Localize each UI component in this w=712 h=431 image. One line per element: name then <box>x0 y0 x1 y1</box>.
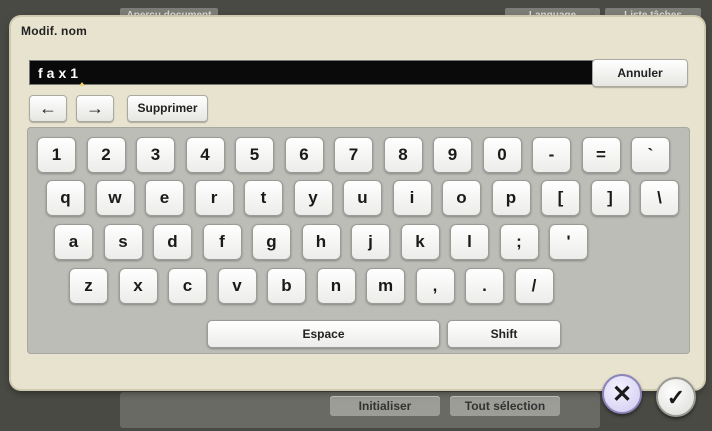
key[interactable]: ; <box>499 224 539 260</box>
space-key[interactable]: Espace <box>207 320 440 348</box>
key[interactable]: [ <box>541 180 580 216</box>
arrow-right-button[interactable]: → <box>76 95 114 122</box>
dialog-title: Modif. nom <box>21 24 87 38</box>
arrow-left-button[interactable]: ← <box>29 95 67 122</box>
key[interactable]: 5 <box>235 137 274 173</box>
key[interactable]: s <box>103 224 143 260</box>
key[interactable]: m <box>366 268 405 304</box>
key[interactable]: . <box>465 268 504 304</box>
key[interactable]: 9 <box>433 137 472 173</box>
key[interactable]: 0 <box>482 137 522 173</box>
key[interactable]: u <box>343 180 382 216</box>
name-input-value: fax1 <box>38 65 83 81</box>
key[interactable]: g <box>252 224 291 260</box>
key[interactable]: 1 <box>37 137 76 173</box>
key[interactable]: j <box>351 224 390 260</box>
ok-round-button[interactable]: ✓ <box>656 377 696 417</box>
check-icon: ✓ <box>666 385 686 410</box>
key[interactable]: c <box>168 268 207 304</box>
key[interactable]: f <box>202 224 242 260</box>
key[interactable]: p <box>491 180 531 216</box>
key[interactable]: - <box>532 137 571 173</box>
close-icon: ✕ <box>611 381 633 408</box>
key[interactable]: o <box>442 180 481 216</box>
arrow-right-icon: → <box>86 98 104 118</box>
key[interactable]: ] <box>590 180 630 216</box>
key[interactable]: n <box>316 268 356 304</box>
delete-button[interactable]: Supprimer <box>127 95 208 122</box>
close-round-button[interactable]: ✕ <box>602 374 642 414</box>
key[interactable]: i <box>392 180 432 216</box>
key[interactable]: v <box>217 268 257 304</box>
key[interactable]: d <box>153 224 192 260</box>
key[interactable]: x <box>118 268 158 304</box>
arrow-left-icon: ← <box>39 98 57 118</box>
key[interactable]: 4 <box>185 137 225 173</box>
key[interactable]: k <box>400 224 440 260</box>
key[interactable]: t <box>244 180 283 216</box>
key[interactable]: q <box>46 180 85 216</box>
key[interactable]: , <box>415 268 455 304</box>
key[interactable]: b <box>267 268 306 304</box>
key[interactable]: e <box>145 180 184 216</box>
text-cursor-icon <box>79 82 86 86</box>
key[interactable]: l <box>450 224 489 260</box>
key[interactable]: ` <box>631 137 670 173</box>
initialiser-button[interactable]: Initialiser <box>330 396 440 416</box>
shift-key[interactable]: Shift <box>447 320 561 348</box>
key[interactable]: 2 <box>86 137 126 173</box>
key[interactable]: h <box>301 224 341 260</box>
key[interactable]: r <box>194 180 234 216</box>
key[interactable]: 8 <box>383 137 423 173</box>
key[interactable]: a <box>54 224 93 260</box>
key[interactable]: ' <box>549 224 588 260</box>
key[interactable]: 7 <box>334 137 373 173</box>
key[interactable]: = <box>581 137 621 173</box>
key[interactable]: 3 <box>136 137 175 173</box>
name-input[interactable]: fax1 <box>29 60 596 86</box>
key[interactable]: \ <box>640 180 679 216</box>
key[interactable]: z <box>69 268 108 304</box>
key[interactable]: y <box>293 180 333 216</box>
rename-dialog: Modif. nom fax1 Annuler ← → Supprimer 12… <box>11 17 704 389</box>
cancel-button[interactable]: Annuler <box>592 59 688 87</box>
keyboard-panel: 1 2 3 4 5 6 7 8 9 0- = ` q w e r t y u i o p [] \ a s d f g h j k l; ' z x c… <box>27 127 690 354</box>
key[interactable]: / <box>514 268 554 304</box>
key[interactable]: 6 <box>284 137 324 173</box>
key[interactable]: w <box>95 180 135 216</box>
tout-selection-button[interactable]: Tout sélection <box>450 396 560 416</box>
